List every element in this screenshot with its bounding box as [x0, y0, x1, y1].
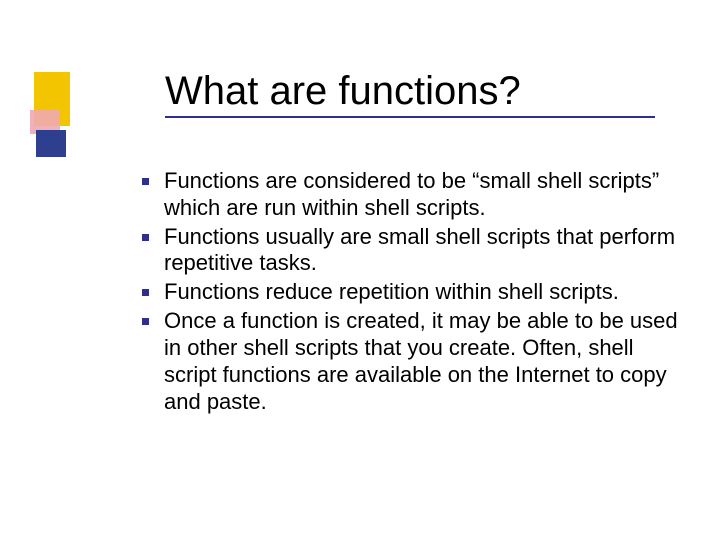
title-underline	[165, 116, 655, 118]
logo-shape-blue	[36, 130, 66, 157]
slide-title: What are functions?	[165, 70, 655, 112]
bullet-list: Functions are considered to be “small sh…	[128, 168, 683, 415]
list-item: Functions reduce repetition within shell…	[128, 279, 683, 306]
list-item: Once a function is created, it may be ab…	[128, 308, 683, 415]
body-block: Functions are considered to be “small sh…	[128, 168, 683, 417]
title-block: What are functions?	[165, 70, 655, 118]
slide-logo	[30, 72, 74, 157]
list-item: Functions are considered to be “small sh…	[128, 168, 683, 222]
slide: What are functions? Functions are consid…	[0, 0, 720, 540]
list-item: Functions usually are small shell script…	[128, 224, 683, 278]
